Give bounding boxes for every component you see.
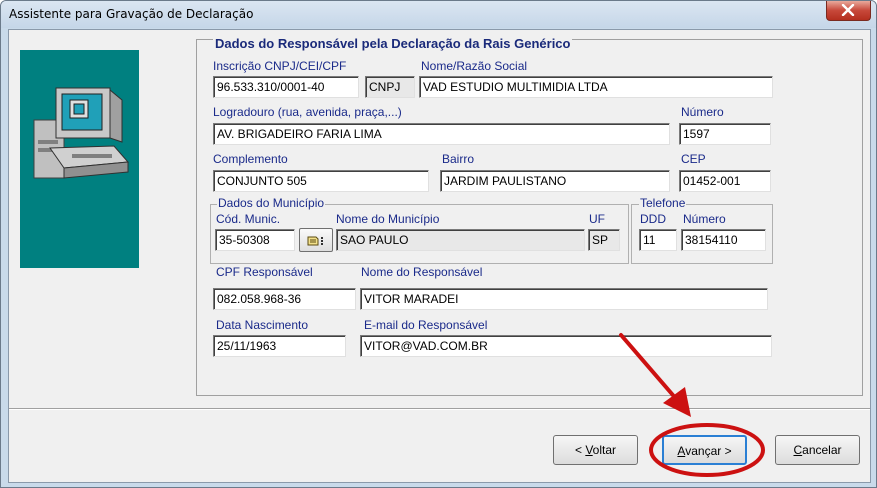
button-separator bbox=[9, 408, 870, 410]
nome-munic-label: Nome do Município bbox=[336, 212, 440, 226]
back-mnemonic: V bbox=[585, 443, 593, 457]
logradouro-label: Logradouro (rua, avenida, praça,...) bbox=[213, 105, 402, 119]
logradouro-field[interactable]: AV. BRIGADEIRO FARIA LIMA bbox=[213, 123, 670, 145]
nome-responsavel-label: Nome do Responsável bbox=[361, 265, 483, 279]
complemento-field[interactable]: CONJUNTO 505 bbox=[213, 170, 429, 192]
cod-munic-label: Cód. Munic. bbox=[216, 212, 281, 226]
cod-munic-field[interactable]: 35-50308 bbox=[215, 229, 295, 251]
tel-numero-label: Número bbox=[683, 212, 726, 226]
numero-label: Número bbox=[681, 105, 724, 119]
cep-field[interactable]: 01452-001 bbox=[679, 170, 771, 192]
email-field[interactable]: VITOR@VAD.COM.BR bbox=[360, 335, 772, 357]
cancel-button[interactable]: Cancelar bbox=[775, 435, 860, 465]
side-image-panel bbox=[20, 50, 139, 268]
numero-field[interactable]: 1597 bbox=[679, 123, 771, 145]
uf-field: SP bbox=[588, 229, 620, 251]
uf-label: UF bbox=[589, 212, 605, 226]
section-heading: Dados do Responsável pela Declaração da … bbox=[213, 36, 573, 51]
cancel-label-rest: ancelar bbox=[802, 443, 842, 457]
municipio-group-title: Dados do Município bbox=[217, 196, 326, 210]
razao-social-label: Nome/Razão Social bbox=[421, 59, 528, 73]
bairro-field[interactable]: JARDIM PAULISTANO bbox=[440, 170, 670, 192]
back-prefix: < bbox=[574, 443, 586, 457]
tel-numero-field[interactable]: 38154110 bbox=[681, 229, 766, 251]
ddd-label: DDD bbox=[640, 212, 666, 226]
wizard-window: Assistente para Gravação de Declaração D… bbox=[0, 0, 877, 488]
back-button[interactable]: < Voltar bbox=[553, 435, 638, 465]
title-bar: Assistente para Gravação de Declaração bbox=[1, 1, 876, 28]
cnpj-field[interactable]: 96.533.310/0001-40 bbox=[213, 76, 359, 98]
cep-label: CEP bbox=[681, 152, 706, 166]
nome-munic-field: SAO PAULO bbox=[336, 229, 585, 251]
close-button[interactable] bbox=[826, 1, 871, 21]
next-label-rest: vançar > bbox=[685, 444, 732, 458]
data-nascimento-label: Data Nascimento bbox=[216, 318, 309, 332]
complemento-label: Complemento bbox=[213, 152, 288, 166]
next-button[interactable]: Avançar > bbox=[662, 435, 747, 465]
window-title: Assistente para Gravação de Declaração bbox=[9, 7, 254, 21]
cpf-responsavel-field[interactable]: 082.058.968-36 bbox=[213, 288, 356, 310]
bairro-label: Bairro bbox=[442, 152, 475, 166]
data-nascimento-field[interactable]: 25/11/1963 bbox=[213, 335, 346, 357]
cpf-responsavel-label: CPF Responsável bbox=[216, 265, 313, 279]
close-icon bbox=[841, 4, 855, 16]
ddd-field[interactable]: 11 bbox=[639, 229, 677, 251]
cnpj-label: Inscrição CNPJ/CEI/CPF bbox=[213, 59, 347, 73]
back-label-rest: oltar bbox=[592, 443, 617, 457]
razao-social-field[interactable]: VAD ESTUDIO MULTIMIDIA LTDA bbox=[419, 76, 773, 98]
computer-icon bbox=[33, 87, 130, 179]
wizard-content: Dados do Responsável pela Declaração da … bbox=[8, 29, 871, 483]
municipio-search-button[interactable] bbox=[299, 228, 333, 252]
telefone-group-title: Telefone bbox=[639, 196, 687, 210]
cnpj-type-field: CNPJ bbox=[365, 76, 415, 98]
nome-responsavel-field[interactable]: VITOR MARADEI bbox=[360, 288, 768, 310]
cancel-mnemonic: C bbox=[793, 443, 803, 457]
search-list-icon bbox=[307, 236, 323, 246]
email-label: E-mail do Responsável bbox=[364, 318, 488, 332]
